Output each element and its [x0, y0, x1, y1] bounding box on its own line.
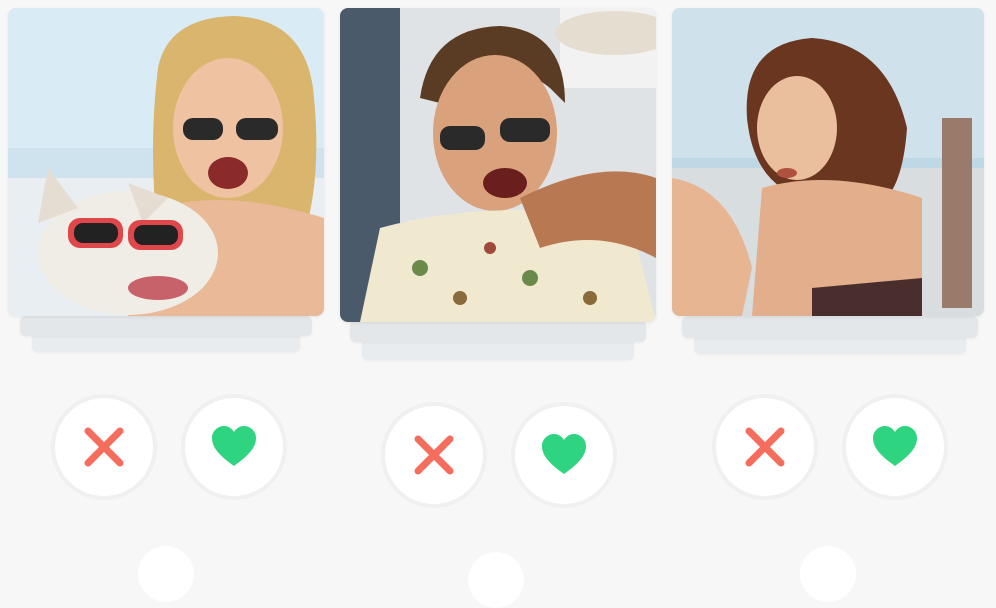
- secondary-action-button[interactable]: [138, 546, 194, 602]
- profile-card[interactable]: [672, 8, 984, 316]
- nope-button[interactable]: [716, 398, 814, 496]
- like-button[interactable]: [846, 398, 944, 496]
- card-panel-3: [664, 0, 996, 602]
- card-panel-1: [0, 0, 332, 602]
- x-icon: [414, 435, 454, 475]
- heart-icon: [212, 426, 256, 466]
- woman-beach-photo: [672, 8, 984, 316]
- x-icon: [745, 427, 785, 467]
- woman-with-dog-photo: [8, 8, 324, 316]
- profile-card[interactable]: [8, 8, 324, 316]
- card-stack-back-1: [350, 320, 646, 342]
- nope-button[interactable]: [55, 398, 153, 496]
- like-button[interactable]: [515, 406, 613, 504]
- card-stack-back-1: [682, 316, 978, 338]
- nope-button[interactable]: [385, 406, 483, 504]
- card-stack-back-1: [20, 316, 312, 336]
- profile-card[interactable]: [340, 8, 656, 322]
- card-panel-2: [332, 0, 664, 608]
- x-icon: [84, 427, 124, 467]
- like-button[interactable]: [185, 398, 283, 496]
- man-sunglasses-photo: [340, 8, 656, 322]
- heart-icon: [542, 434, 586, 474]
- secondary-action-button[interactable]: [800, 546, 856, 602]
- heart-icon: [873, 426, 917, 466]
- secondary-action-button[interactable]: [468, 552, 524, 608]
